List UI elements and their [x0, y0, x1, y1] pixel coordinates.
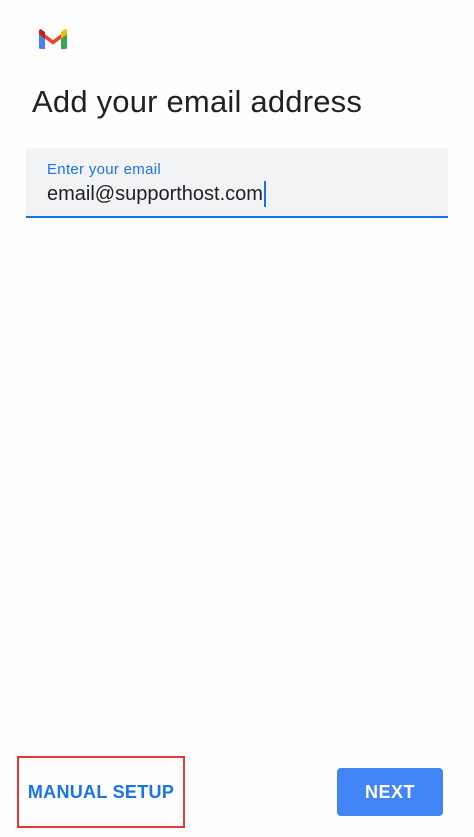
manual-setup-button[interactable]: MANUAL SETUP — [17, 756, 185, 828]
next-button[interactable]: NEXT — [337, 768, 443, 816]
gmail-logo-icon — [39, 29, 67, 49]
email-input-value[interactable]: email@supporthost.com — [47, 183, 263, 206]
email-field[interactable]: Enter your email email@supporthost.com — [26, 148, 448, 218]
email-input[interactable]: email@supporthost.com — [47, 181, 266, 207]
text-caret — [263, 181, 266, 207]
page-title: Add your email address — [32, 84, 363, 119]
email-field-label: Enter your email — [47, 161, 162, 178]
